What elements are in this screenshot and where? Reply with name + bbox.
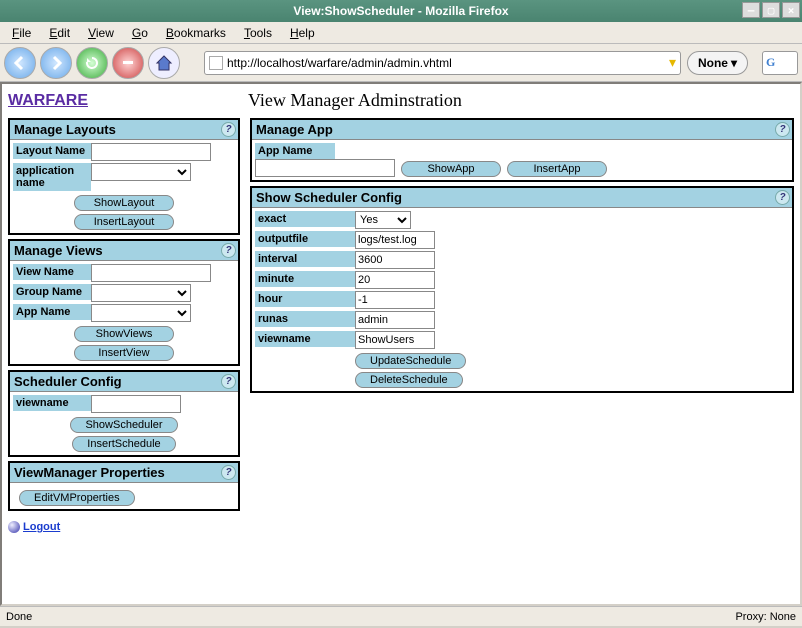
delete-schedule-button[interactable]: DeleteSchedule: [355, 372, 463, 388]
minimize-button[interactable]: –: [742, 2, 760, 18]
window-titlebar: View:ShowScheduler - Mozilla Firefox – ▢…: [0, 0, 802, 22]
proxy-none-button[interactable]: None ▾: [687, 51, 748, 75]
label-app-name: App Name: [255, 143, 335, 159]
close-button[interactable]: ×: [782, 2, 800, 18]
url-bar[interactable]: ▾: [204, 51, 681, 75]
menu-file[interactable]: File: [4, 24, 39, 42]
status-right: Proxy: None: [735, 611, 796, 623]
select-application-name[interactable]: [91, 163, 191, 181]
forward-arrow-icon: [48, 55, 64, 71]
input-scheduler-viewname[interactable]: [91, 395, 181, 413]
help-icon[interactable]: ?: [775, 122, 790, 137]
insert-schedule-button[interactable]: InsertSchedule: [72, 436, 175, 452]
home-icon: [155, 54, 173, 72]
panel-scheduler-config: Scheduler Config ? viewname ShowSchedule…: [8, 370, 240, 457]
panel-vm-properties: ViewManager Properties ? EditVMPropertie…: [8, 461, 240, 511]
search-box[interactable]: G: [762, 51, 798, 75]
menu-tools[interactable]: Tools: [236, 24, 280, 42]
show-scheduler-button[interactable]: ShowScheduler: [70, 417, 177, 433]
menubar: File Edit View Go Bookmarks Tools Help: [0, 22, 802, 44]
window-title: View:ShowScheduler - Mozilla Firefox: [293, 4, 508, 18]
page-content: WARFARE View Manager Adminstration Manag…: [0, 82, 802, 606]
rss-dropdown-icon[interactable]: ▾: [669, 54, 676, 71]
label-runas: runas: [255, 311, 355, 327]
select-group-name[interactable]: [91, 284, 191, 302]
panel-title-manage-app: Manage App ?: [252, 120, 792, 140]
panel-manage-views: Manage Views ? View Name Group Name App …: [8, 239, 240, 366]
back-button[interactable]: [4, 47, 36, 79]
menu-edit[interactable]: Edit: [41, 24, 78, 42]
update-schedule-button[interactable]: UpdateSchedule: [355, 353, 466, 369]
input-view-name[interactable]: [91, 264, 211, 282]
menu-help[interactable]: Help: [282, 24, 323, 42]
google-icon: G: [766, 55, 775, 70]
select-exact[interactable]: Yes: [355, 211, 411, 229]
label-exact: exact: [255, 211, 355, 227]
stop-icon: [123, 61, 133, 64]
show-views-button[interactable]: ShowViews: [74, 326, 174, 342]
input-interval[interactable]: [355, 251, 435, 269]
bullet-icon: [8, 521, 20, 533]
help-icon[interactable]: ?: [775, 190, 790, 205]
statusbar: Done Proxy: None: [0, 606, 802, 626]
input-runas[interactable]: [355, 311, 435, 329]
input-ss-viewname[interactable]: [355, 331, 435, 349]
label-interval: interval: [255, 251, 355, 267]
label-app-name: App Name: [13, 304, 91, 320]
logout-link[interactable]: Logout: [23, 521, 60, 533]
status-left: Done: [6, 611, 32, 623]
input-outputfile[interactable]: [355, 231, 435, 249]
menu-view[interactable]: View: [80, 24, 122, 42]
panel-title-vm-properties: ViewManager Properties ?: [10, 463, 238, 483]
input-manage-app-name[interactable]: [255, 159, 395, 177]
help-icon[interactable]: ?: [221, 374, 236, 389]
label-group-name: Group Name: [13, 284, 91, 300]
none-label: None: [698, 56, 728, 70]
logout-row: Logout: [8, 521, 240, 533]
insert-app-button[interactable]: InsertApp: [507, 161, 607, 177]
maximize-button[interactable]: ▢: [762, 2, 780, 18]
stop-button[interactable]: [112, 47, 144, 79]
panel-manage-app: Manage App ? App Name ShowApp InsertApp: [250, 118, 794, 182]
insert-layout-button[interactable]: InsertLayout: [74, 214, 174, 230]
page-icon: [209, 56, 223, 70]
chevron-down-icon: ▾: [731, 56, 737, 70]
help-icon[interactable]: ?: [221, 465, 236, 480]
panel-title-manage-views: Manage Views ?: [10, 241, 238, 261]
label-viewname: viewname: [13, 395, 91, 411]
page-title: View Manager Adminstration: [248, 88, 462, 111]
reload-icon: [84, 55, 100, 71]
show-app-button[interactable]: ShowApp: [401, 161, 501, 177]
label-outputfile: outputfile: [255, 231, 355, 247]
home-button[interactable]: [148, 47, 180, 79]
label-hour: hour: [255, 291, 355, 307]
input-minute[interactable]: [355, 271, 435, 289]
panel-show-scheduler-config: Show Scheduler Config ? exact Yes output…: [250, 186, 794, 393]
label-view-name: View Name: [13, 264, 91, 280]
input-layout-name[interactable]: [91, 143, 211, 161]
menu-go[interactable]: Go: [124, 24, 156, 42]
label-ss-viewname: viewname: [255, 331, 355, 347]
show-layout-button[interactable]: ShowLayout: [74, 195, 174, 211]
label-application-name: application name: [13, 163, 91, 191]
edit-vm-properties-button[interactable]: EditVMProperties: [19, 490, 135, 506]
panel-title-manage-layouts: Manage Layouts ?: [10, 120, 238, 140]
help-icon[interactable]: ?: [221, 122, 236, 137]
help-icon[interactable]: ?: [221, 243, 236, 258]
reload-button[interactable]: [76, 47, 108, 79]
input-hour[interactable]: [355, 291, 435, 309]
url-input[interactable]: [227, 56, 665, 70]
panel-manage-layouts: Manage Layouts ? Layout Name application…: [8, 118, 240, 235]
panel-title-show-scheduler-config: Show Scheduler Config ?: [252, 188, 792, 208]
brand-link[interactable]: WARFARE: [8, 88, 88, 114]
menu-bookmarks[interactable]: Bookmarks: [158, 24, 234, 42]
panel-title-scheduler-config: Scheduler Config ?: [10, 372, 238, 392]
forward-button[interactable]: [40, 47, 72, 79]
label-minute: minute: [255, 271, 355, 287]
label-layout-name: Layout Name: [13, 143, 91, 159]
toolbar: ▾ None ▾ G: [0, 44, 802, 82]
back-arrow-icon: [12, 55, 28, 71]
insert-view-button[interactable]: InsertView: [74, 345, 174, 361]
select-app-name[interactable]: [91, 304, 191, 322]
